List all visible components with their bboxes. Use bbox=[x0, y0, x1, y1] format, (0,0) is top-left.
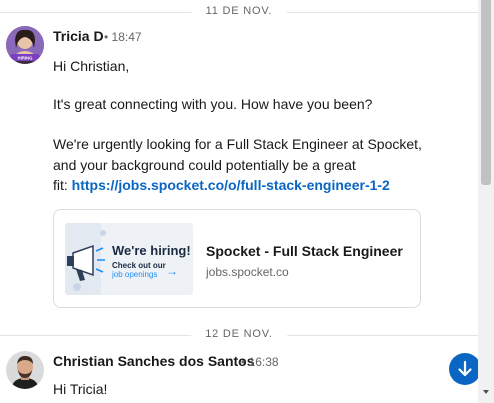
arrow-right-icon: → bbox=[166, 264, 178, 278]
megaphone-icon bbox=[65, 223, 193, 295]
card-domain: jobs.spocket.co bbox=[206, 265, 289, 279]
date-divider: 11 DE NOV. bbox=[0, 2, 478, 22]
message-text: Hi Christian, bbox=[53, 58, 130, 74]
scrollbar[interactable] bbox=[478, 0, 494, 403]
scrollbar-thumb[interactable] bbox=[481, 0, 491, 185]
date-label: 11 DE NOV. bbox=[191, 5, 287, 17]
card-title: Spocket - Full Stack Engineer bbox=[206, 243, 403, 259]
message-time: • 18:47 bbox=[104, 30, 142, 44]
link-preview-card[interactable]: We're hiring! Check out our job openings… bbox=[53, 209, 421, 308]
jump-to-latest-button[interactable] bbox=[449, 353, 481, 385]
message-text: It's great connecting with you. How have… bbox=[53, 96, 373, 112]
card-thumbnail: We're hiring! Check out our job openings… bbox=[65, 223, 193, 295]
date-divider: 12 DE NOV. bbox=[0, 325, 478, 345]
thumb-subtext: job openings bbox=[112, 270, 158, 279]
message-text: We're urgently looking for a Full Stack … bbox=[53, 136, 422, 152]
avatar-image bbox=[6, 351, 44, 389]
message-text: Hi Tricia! bbox=[53, 381, 108, 397]
sender-name[interactable]: Tricia D bbox=[53, 28, 104, 44]
avatar[interactable] bbox=[6, 351, 44, 389]
hiring-badge: HIRING bbox=[18, 56, 33, 61]
date-label: 12 DE NOV. bbox=[191, 328, 287, 340]
message-text-prefix: fit: bbox=[53, 177, 72, 193]
thumb-subtext: Check out our bbox=[112, 261, 166, 270]
arrow-down-icon bbox=[458, 360, 472, 377]
avatar-image: HIRING bbox=[6, 26, 44, 64]
message-text: and your background could potentially be… bbox=[53, 157, 356, 173]
scroll-down-arrow-icon[interactable] bbox=[481, 387, 491, 397]
message-time: • 16:38 bbox=[241, 355, 279, 369]
job-link[interactable]: https://jobs.spocket.co/o/full-stack-eng… bbox=[72, 177, 390, 193]
thumb-heading: We're hiring! bbox=[112, 243, 191, 258]
sender-name[interactable]: Christian Sanches dos Santos bbox=[53, 353, 255, 369]
message-text: fit: https://jobs.spocket.co/o/full-stac… bbox=[53, 176, 390, 194]
avatar[interactable]: HIRING bbox=[6, 26, 44, 64]
